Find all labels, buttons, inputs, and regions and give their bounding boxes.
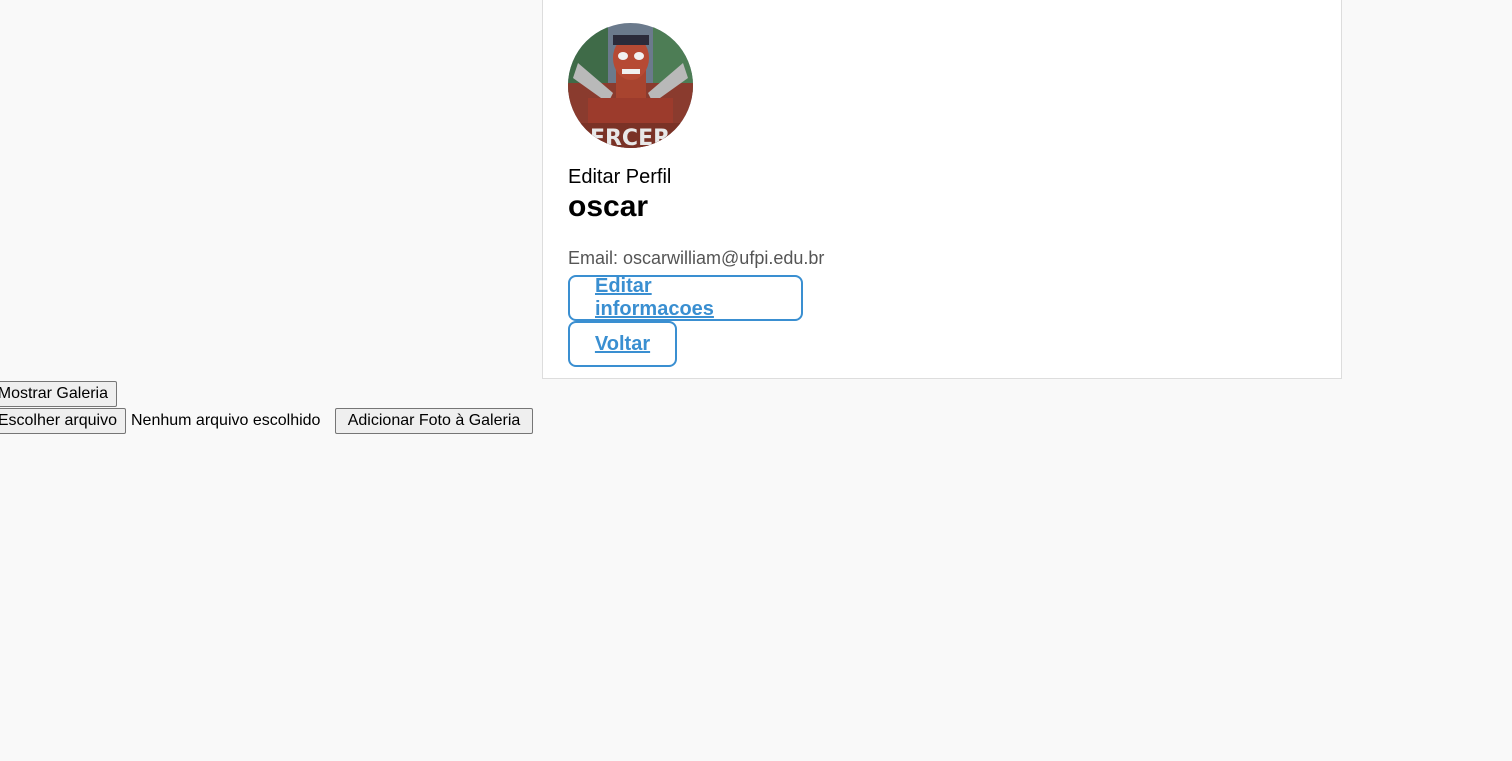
profile-card: ERCER Editar Perfil oscar Email: oscarwi… [542,0,1342,379]
email-label: Email: [568,248,624,268]
back-button[interactable]: Voltar [568,321,677,367]
avatar: ERCER [568,23,693,148]
username: oscar [568,190,649,223]
add-photo-button[interactable]: Adicionar Foto à Galeria [335,408,533,434]
email-value: oscarwilliam@ufpi.edu.br [623,248,825,268]
edit-profile-link[interactable]: Editar Perfil [568,166,671,188]
show-gallery-button[interactable]: Mostrar Galeria [0,381,117,407]
choose-file-button[interactable]: Escolher arquivo [0,408,126,434]
avatar-image: ERCER [568,23,693,148]
email-row: Email: oscarwilliam@ufpi.edu.br [568,248,824,268]
no-file-text: Nenhum arquivo escolhido [131,412,321,429]
avatar-watermark: ERCER [590,126,670,148]
edit-info-button[interactable]: Editar informacoes [568,275,803,321]
